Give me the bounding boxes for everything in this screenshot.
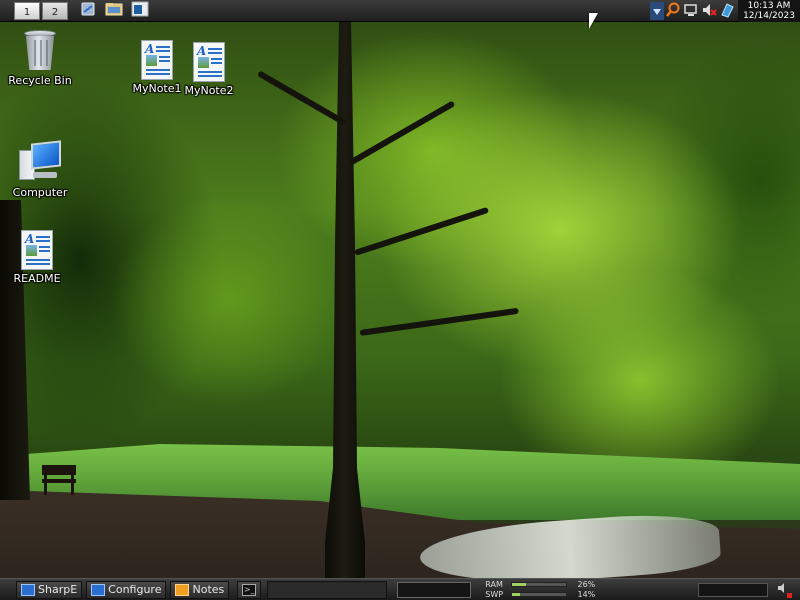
tray-package[interactable] — [718, 2, 736, 20]
taskbar-tray — [698, 582, 800, 598]
desktop-switcher-2[interactable]: 2 — [42, 1, 68, 20]
volume-muted-icon — [701, 2, 717, 21]
taskbar-button-sharpe[interactable]: SharpE — [16, 580, 83, 599]
wallpaper-branch — [348, 100, 456, 166]
taskbar-empty-slot[interactable] — [267, 580, 388, 599]
display-icon — [21, 583, 35, 596]
taskbar-button-terminal[interactable]: >_ — [237, 580, 262, 599]
recycle-bin-icon — [23, 28, 57, 72]
meter-percent: 26% — [577, 580, 596, 589]
window-launcher[interactable] — [130, 1, 150, 20]
folder-launcher[interactable] — [104, 2, 124, 20]
display-icon — [91, 583, 106, 596]
meter-bar — [511, 582, 568, 587]
meter-fill — [512, 593, 520, 596]
folder-icon — [105, 1, 123, 20]
wallpaper-trunk — [325, 20, 365, 580]
document-icon: A — [21, 230, 53, 270]
desktop-icon-computer[interactable]: Computer — [5, 140, 75, 199]
clock-date: 12/14/2023 — [743, 11, 795, 21]
taskbar-button-label: Configure — [108, 583, 162, 596]
computer-icon — [17, 140, 63, 184]
mouse-cursor-icon — [589, 13, 598, 29]
clock[interactable]: 10:13 AM 12/14/2023 — [738, 0, 800, 22]
wallpaper-branch — [359, 307, 519, 336]
file-manager-launcher[interactable] — [78, 2, 98, 20]
taskbar-button-configure[interactable]: Configure — [86, 580, 167, 599]
system-tray: 10:13 AM 12/14/2023 — [650, 0, 800, 22]
desktop-icon-label: MyNote2 — [184, 84, 234, 97]
desktop-icon-label: README — [13, 272, 61, 285]
desktop-icon-recycle-bin[interactable]: Recycle Bin — [5, 28, 75, 87]
document-icon: A — [193, 42, 225, 82]
volume-slider[interactable] — [698, 582, 768, 597]
tray-search[interactable] — [664, 2, 682, 20]
top-panel: 1 2 10:13 AM 12/14/2023 — [0, 0, 800, 22]
package-icon — [719, 2, 735, 21]
meter-bar — [511, 592, 568, 597]
dropdown-arrow-icon — [653, 4, 661, 18]
wallpaper-branch — [256, 70, 347, 126]
tray-volume[interactable] — [700, 2, 718, 20]
swap-meter: SWP 14% — [485, 590, 595, 599]
network-icon — [683, 2, 699, 21]
notes-icon — [175, 583, 190, 596]
taskbar-input-field[interactable] — [397, 581, 472, 598]
search-icon — [665, 2, 681, 21]
taskbar-button-label: SharpE — [38, 583, 78, 596]
wallpaper-bench — [42, 465, 76, 495]
taskbar-button-label: Notes — [192, 583, 225, 596]
ram-meter: RAM 26% — [485, 580, 595, 589]
desktop-wallpaper[interactable] — [0, 0, 800, 600]
tray-dropdown[interactable] — [650, 2, 664, 20]
desktop-icon-label: Recycle Bin — [8, 74, 72, 87]
meter-percent: 14% — [577, 590, 596, 599]
taskbar-speaker[interactable] — [774, 582, 792, 598]
taskbar: SharpE Configure Notes >_ RAM 26% SWP 14… — [0, 578, 800, 600]
desktop-icon-label: Computer — [12, 186, 68, 199]
resource-meters: RAM 26% SWP 14% — [485, 580, 595, 599]
desktop-icon-mynote2[interactable]: A MyNote2 — [174, 42, 244, 97]
meter-fill — [512, 583, 527, 586]
wallpaper-branch — [354, 206, 490, 256]
tray-network[interactable] — [682, 2, 700, 20]
file-manager-icon — [80, 1, 96, 20]
document-icon: A — [141, 40, 173, 80]
clock-time: 10:13 AM — [747, 1, 791, 11]
taskbar-button-notes[interactable]: Notes — [170, 580, 230, 599]
desktop-icon-readme[interactable]: A README — [2, 230, 72, 285]
meter-name: RAM — [485, 580, 503, 589]
desktop-switcher-1[interactable]: 1 — [14, 1, 40, 20]
meter-name: SWP — [485, 590, 504, 599]
terminal-icon: >_ — [242, 583, 257, 596]
window-icon — [131, 1, 149, 20]
